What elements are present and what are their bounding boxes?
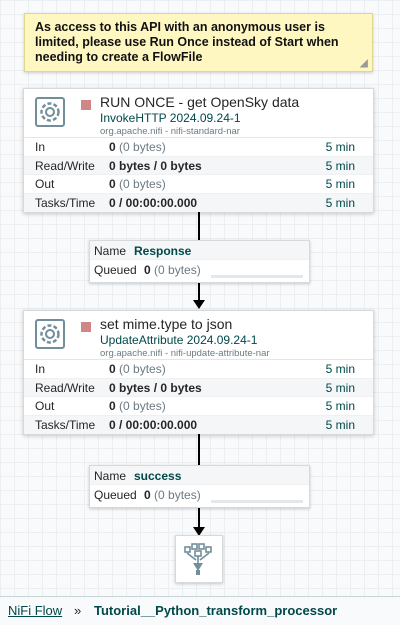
processor-bundle: org.apache.nifi - nifi-update-attribute-… [100, 348, 270, 359]
processor-bundle: org.apache.nifi - nifi-standard-nar [100, 126, 240, 137]
stat-row-read-write: Read/Write 0 bytes / 0 bytes 5 min [24, 156, 373, 175]
resize-handle-icon[interactable]: ◢ [360, 59, 370, 69]
stat-detail: (0 bytes) [119, 399, 166, 413]
stat-time: 5 min [325, 399, 355, 413]
stat-label: Tasks/Time [35, 417, 96, 432]
funnel-icon [184, 543, 212, 575]
stat-time: 5 min [325, 140, 355, 154]
stat-time: 5 min [325, 158, 355, 173]
stopped-square-icon [81, 100, 91, 110]
connection-response[interactable]: Name Response Queued 0 (0 bytes) [89, 240, 310, 283]
flow-label-note[interactable]: As access to this API with an anonymous … [24, 13, 373, 72]
connection-name: success [134, 469, 182, 483]
stat-value: 0 / 00:00:00.000 [109, 417, 198, 432]
stat-value: 0 [109, 140, 116, 154]
connection-name-label: Name [94, 469, 127, 483]
stat-value: 0 [109, 362, 116, 376]
breadcrumb-root-link[interactable]: NiFi Flow [8, 603, 62, 618]
funnel[interactable] [175, 535, 223, 583]
stat-label: In [35, 362, 46, 376]
stat-label: Tasks/Time [35, 195, 96, 210]
stat-row-in: In 0 (0 bytes) 5 min [24, 360, 373, 379]
stat-label: In [35, 140, 46, 154]
stat-value: 0 bytes / 0 bytes [109, 380, 202, 395]
stat-value: 0 / 00:00:00.000 [109, 195, 198, 210]
breadcrumb-current[interactable]: Tutorial__Python_transform_processor [94, 603, 337, 618]
queued-count: 0 [144, 263, 151, 277]
connection-name-label: Name [94, 244, 127, 258]
stopped-square-icon [81, 322, 91, 332]
stat-time: 5 min [325, 362, 355, 376]
stat-value: 0 [109, 177, 116, 191]
processor-header: set mime.type to json UpdateAttribute 20… [24, 311, 373, 360]
connection-queued-label: Queued [94, 263, 137, 277]
processor-type: InvokeHTTP 2024.09.24-1 [100, 111, 241, 125]
processor-updateattribute[interactable]: set mime.type to json UpdateAttribute 20… [23, 310, 374, 435]
connection-queued-label: Queued [94, 488, 137, 502]
stat-value: 0 bytes / 0 bytes [109, 158, 202, 173]
queue-progress-bar [211, 275, 303, 278]
processor-name: set mime.type to json [100, 316, 233, 332]
stat-time: 5 min [325, 380, 355, 395]
stat-row-read-write: Read/Write 0 bytes / 0 bytes 5 min [24, 378, 373, 397]
processor-gear-icon [35, 97, 65, 127]
queue-progress-bar [211, 500, 303, 503]
stat-detail: (0 bytes) [119, 362, 166, 376]
queued-size: (0 bytes) [154, 263, 201, 277]
stat-row-tasks-time: Tasks/Time 0 / 00:00:00.000 5 min [24, 415, 373, 434]
note-text: As access to this API with an anonymous … [35, 20, 339, 64]
stat-detail: (0 bytes) [119, 140, 166, 154]
stat-label: Out [35, 399, 55, 413]
connection-success[interactable]: Name success Queued 0 (0 bytes) [89, 465, 310, 508]
arrow-head-icon [193, 300, 205, 309]
processor-header: RUN ONCE - get OpenSky data InvokeHTTP 2… [24, 89, 373, 138]
stat-time: 5 min [325, 177, 355, 191]
queued-size: (0 bytes) [154, 488, 201, 502]
stat-label: Out [35, 177, 55, 191]
breadcrumb-separator: » [74, 603, 82, 618]
stat-time: 5 min [325, 417, 355, 432]
connection-name: Response [134, 244, 192, 258]
stat-value: 0 [109, 399, 116, 413]
processor-invokehttp[interactable]: RUN ONCE - get OpenSky data InvokeHTTP 2… [23, 88, 374, 213]
stat-row-out: Out 0 (0 bytes) 5 min [24, 175, 373, 194]
stat-row-tasks-time: Tasks/Time 0 / 00:00:00.000 5 min [24, 193, 373, 212]
queued-count: 0 [144, 488, 151, 502]
stat-detail: (0 bytes) [119, 177, 166, 191]
stat-label: Read/Write [35, 380, 95, 395]
processor-name: RUN ONCE - get OpenSky data [100, 94, 300, 110]
stat-label: Read/Write [35, 158, 95, 173]
stat-row-in: In 0 (0 bytes) 5 min [24, 138, 373, 157]
stat-time: 5 min [325, 195, 355, 210]
breadcrumb: NiFi Flow » Tutorial__Python_transform_p… [0, 596, 400, 625]
processor-type: UpdateAttribute 2024.09.24-1 [100, 333, 258, 347]
stat-row-out: Out 0 (0 bytes) 5 min [24, 397, 373, 416]
processor-gear-icon [35, 319, 65, 349]
